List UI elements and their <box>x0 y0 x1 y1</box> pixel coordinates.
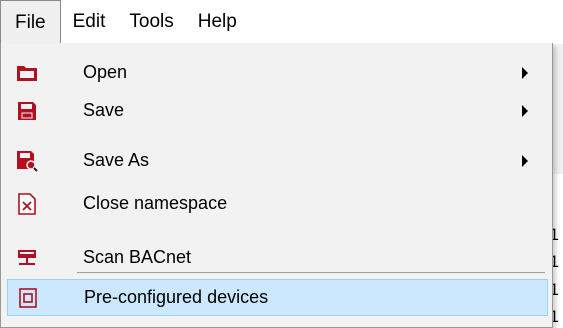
menu-item-label: Save <box>83 100 125 120</box>
submenu-arrow-icon <box>522 67 528 79</box>
menu-file[interactable]: File <box>0 0 61 44</box>
menu-edit[interactable]: Edit <box>61 0 118 44</box>
menu-item-close-namespace[interactable]: Close namespace <box>7 185 548 222</box>
device-list-icon <box>14 286 42 310</box>
submenu-arrow-icon <box>522 155 528 167</box>
menu-bar: File Edit Tools Help <box>0 0 563 44</box>
menu-item-label: Pre-configured devices <box>84 287 269 307</box>
menu-item-save-as[interactable]: Save As <box>7 142 548 179</box>
menu-item-save[interactable]: Save <box>7 92 548 129</box>
file-dropdown-menu: Open Save Save As Close namespace Scan B… <box>0 43 553 328</box>
menu-item-open[interactable]: Open <box>7 54 548 91</box>
menu-item-label: Save As <box>83 150 150 170</box>
floppy-disk-search-icon <box>13 149 41 173</box>
floppy-disk-icon <box>13 99 41 123</box>
menu-item-label: Open <box>83 62 128 82</box>
menu-item-label: Close namespace <box>83 193 228 213</box>
menu-help[interactable]: Help <box>186 0 249 44</box>
menu-tools[interactable]: Tools <box>117 0 185 44</box>
menu-item-label: Scan BACnet <box>83 247 192 267</box>
submenu-arrow-icon <box>522 105 528 117</box>
menu-item-scan-bacnet[interactable]: Scan BACnet <box>7 239 548 276</box>
network-scan-icon <box>13 246 41 270</box>
folder-icon <box>13 61 41 85</box>
close-document-icon <box>13 192 41 216</box>
menu-item-pre-configured-devices[interactable]: Pre-configured devices <box>7 279 548 316</box>
